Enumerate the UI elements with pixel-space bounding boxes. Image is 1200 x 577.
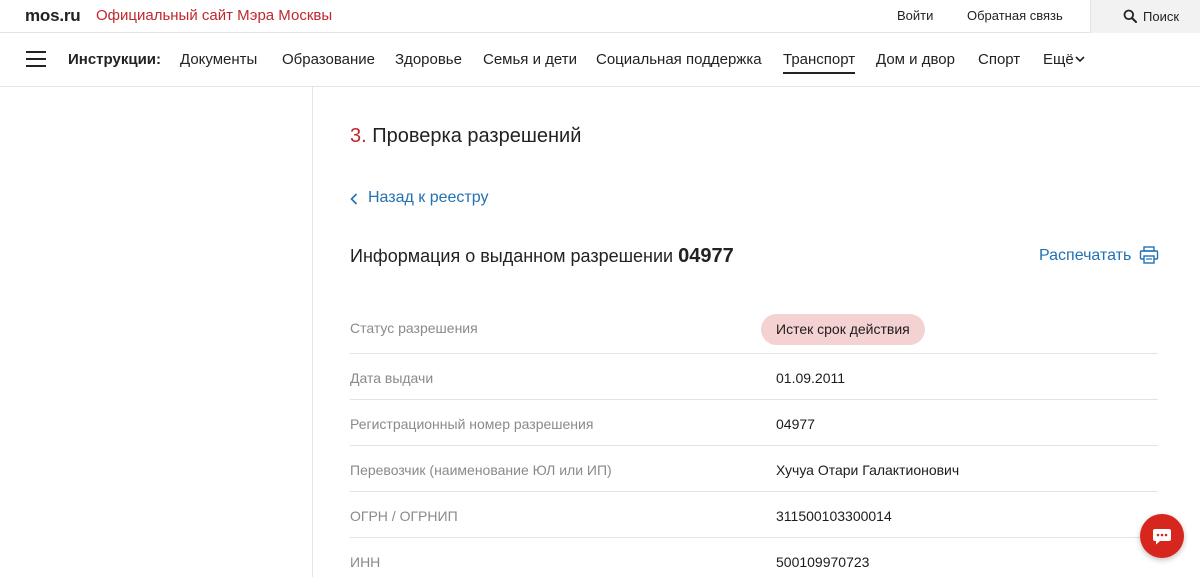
back-to-registry-link[interactable]: Назад к реестру: [368, 189, 488, 207]
row-value: 01.09.2011: [776, 370, 846, 386]
nav-item-transport[interactable]: Транспорт: [783, 51, 856, 74]
site-logo[interactable]: mos.ru: [25, 6, 81, 26]
row-label: Дата выдачи: [350, 370, 434, 386]
nav-item-more[interactable]: Ещё: [1043, 51, 1074, 68]
nav-bar: Инструкции: Документы Образование Здоров…: [0, 33, 1200, 87]
printer-icon[interactable]: [1139, 245, 1159, 265]
step-number: 3.: [350, 125, 367, 147]
table-row: Перевозчик (наименование ЮЛ или ИП) Хучу…: [350, 446, 1158, 492]
print-link[interactable]: Распечатать: [1039, 247, 1131, 265]
row-value: 500109970723: [776, 554, 870, 570]
table-row: ОГРН / ОГРНИП 311500103300014: [350, 492, 1158, 538]
status-badge: Истек срок действия: [761, 314, 925, 345]
row-label: ИНН: [350, 554, 381, 570]
permit-info-title: Информация о выданном разрешении 04977: [350, 245, 734, 268]
nav-item-housing[interactable]: Дом и двор: [876, 51, 955, 68]
nav-heading: Инструкции:: [68, 51, 162, 68]
row-label: Статус разрешения: [350, 320, 478, 336]
permit-info-label: Информация о выданном разрешении: [350, 246, 674, 266]
nav-item-health[interactable]: Здоровье: [395, 51, 462, 68]
menu-icon[interactable]: [26, 51, 46, 67]
row-label: Регистрационный номер разрешения: [350, 416, 594, 432]
nav-item-social-support[interactable]: Социальная поддержка: [596, 51, 762, 68]
feedback-link[interactable]: Обратная связь: [967, 8, 1063, 23]
search-icon: [1123, 9, 1137, 23]
nav-item-sport[interactable]: Спорт: [978, 51, 1020, 68]
page-title: 3. Проверка разрешений: [350, 125, 581, 148]
chevron-left-icon[interactable]: [350, 193, 358, 205]
permit-card: 3. Проверка разрешений Назад к реестру И…: [312, 87, 1200, 577]
row-label: ОГРН / ОГРНИП: [350, 508, 458, 524]
chevron-down-icon[interactable]: [1075, 56, 1085, 63]
step-title: Проверка разрешений: [372, 125, 582, 147]
nav-item-documents[interactable]: Документы: [180, 51, 257, 68]
permit-number: 04977: [678, 245, 734, 267]
nav-item-education[interactable]: Образование: [282, 51, 375, 68]
table-row: ИНН 500109970723: [350, 538, 1158, 577]
row-value: 311500103300014: [776, 508, 892, 524]
table-row: Регистрационный номер разрешения 04977: [350, 400, 1158, 446]
chat-icon: [1153, 529, 1171, 545]
chat-button[interactable]: [1140, 514, 1184, 558]
table-row: Статус разрешения Истек срок действия: [350, 304, 1158, 354]
row-value: 04977: [776, 416, 815, 432]
search-button[interactable]: Поиск: [1090, 0, 1200, 33]
nav-item-family[interactable]: Семья и дети: [483, 51, 577, 68]
site-title[interactable]: Официальный сайт Мэра Москвы: [96, 7, 332, 24]
search-label: Поиск: [1143, 9, 1180, 24]
login-link[interactable]: Войти: [897, 8, 933, 23]
row-label: Перевозчик (наименование ЮЛ или ИП): [350, 462, 612, 478]
row-value: Хучуа Отари Галактионович: [776, 462, 960, 478]
top-bar: mos.ru Официальный сайт Мэра Москвы Войт…: [0, 0, 1200, 33]
table-row: Дата выдачи 01.09.2011: [350, 354, 1158, 400]
